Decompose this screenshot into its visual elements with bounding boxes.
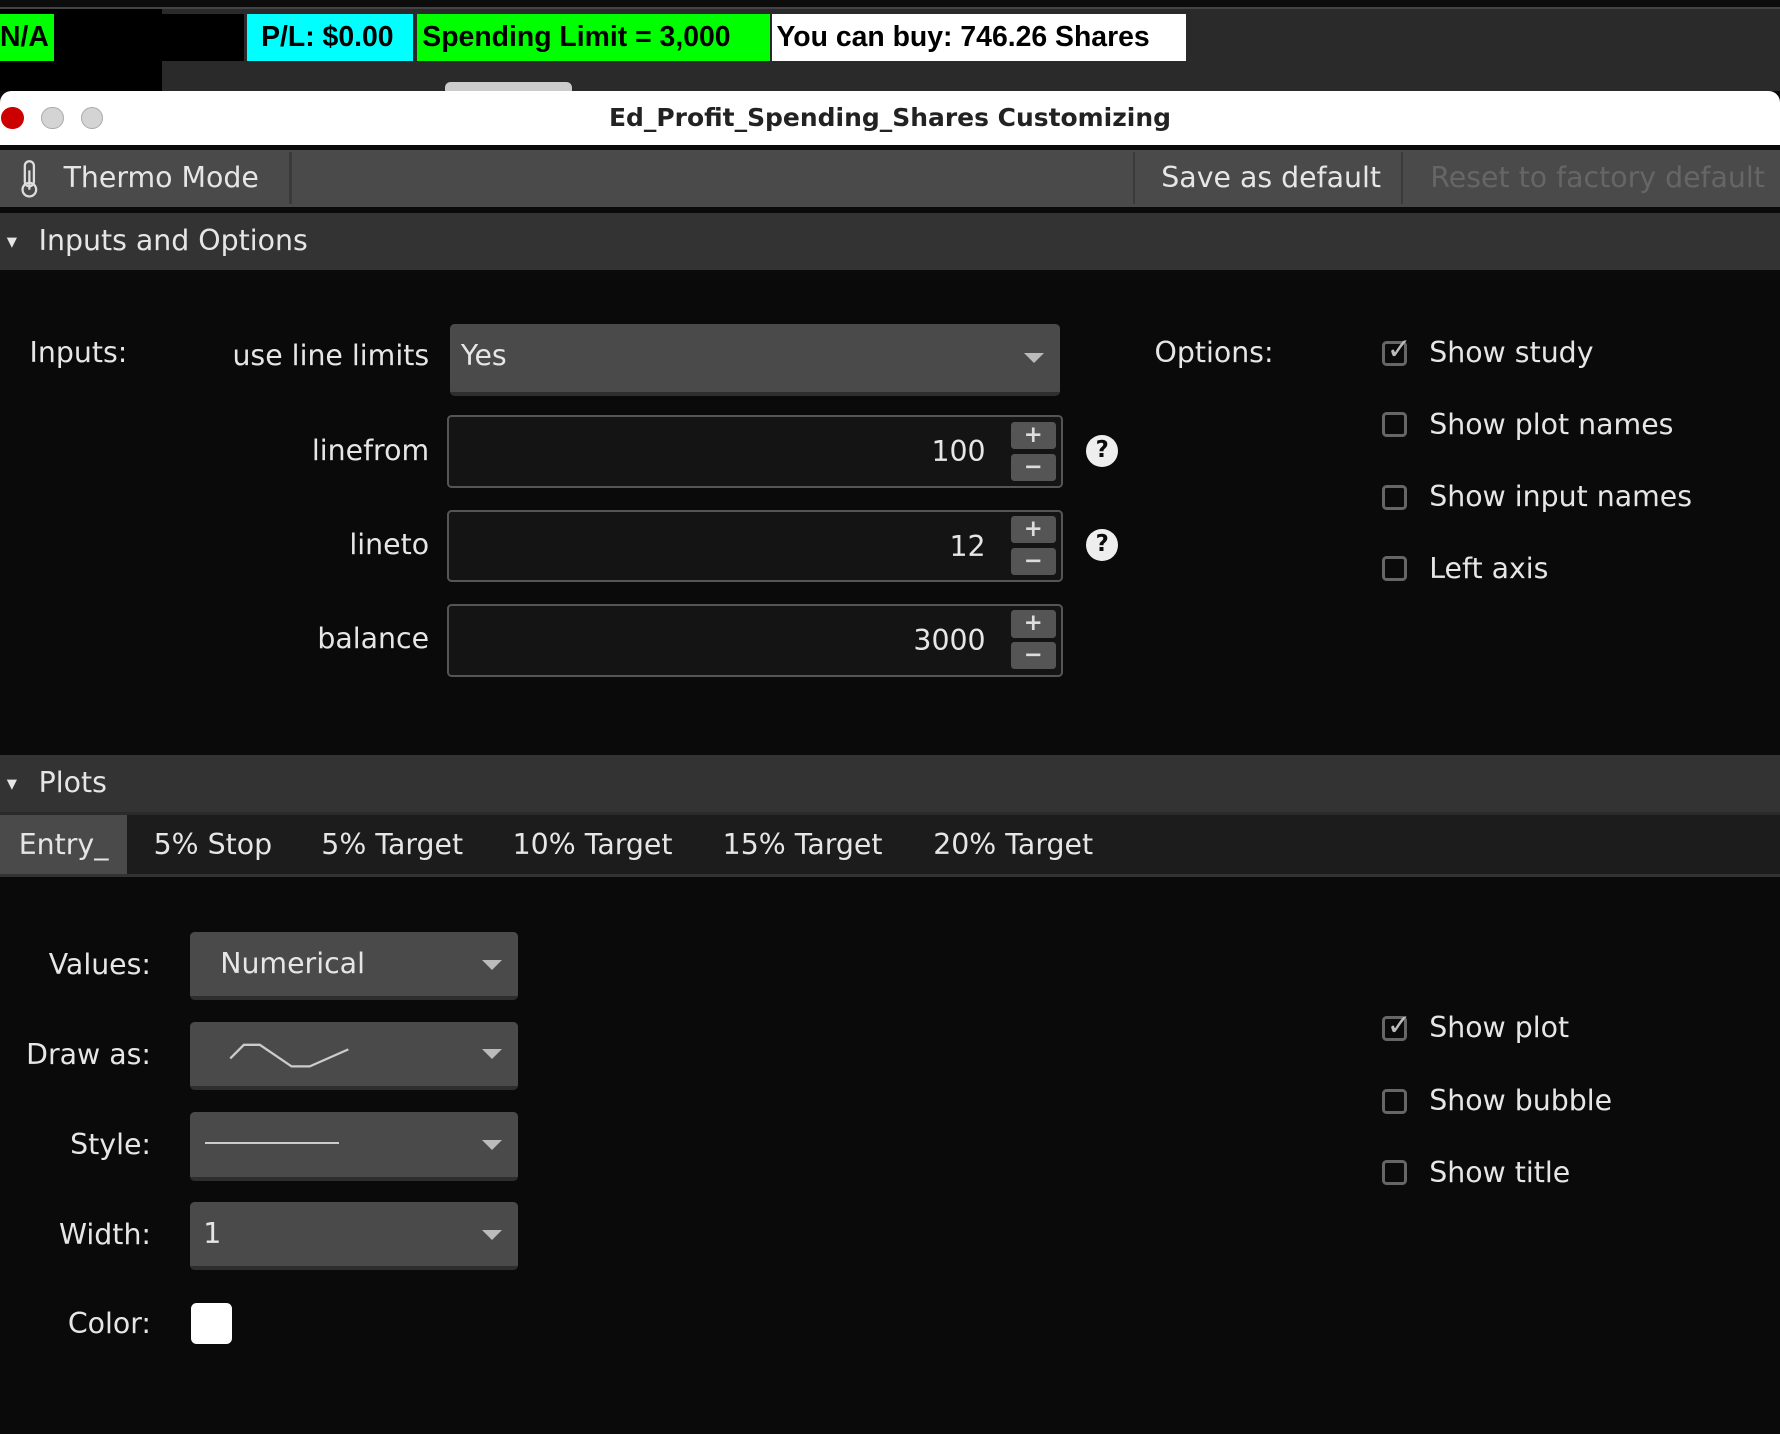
draw-as-label: Draw as: (26, 1037, 151, 1071)
increment-button[interactable]: + (1010, 516, 1056, 544)
checkbox-label: Left axis (1429, 551, 1549, 585)
checkbox[interactable]: ✓ (1381, 1008, 1412, 1042)
thermo-mode-button[interactable]: Thermo Mode (0, 150, 289, 207)
width-label: Width: (58, 1218, 151, 1252)
plot-tab[interactable]: 5% Target (297, 815, 487, 875)
decrement-button[interactable]: − (1010, 453, 1056, 482)
line-curve-icon (229, 1043, 349, 1068)
decrement-button[interactable]: − (1010, 642, 1056, 670)
checkbox-label: Show plot (1429, 1011, 1570, 1045)
plot-tab[interactable]: 10% Target (489, 815, 696, 875)
color-label: Color: (67, 1306, 151, 1340)
checkbox[interactable]: ✓ (1381, 332, 1412, 366)
select-value: 1 (203, 1216, 222, 1250)
checkbox-label: Show study (1429, 336, 1594, 370)
color-swatch[interactable] (190, 1303, 232, 1345)
values-label: Values: (48, 947, 151, 981)
divider (1400, 152, 1404, 205)
help-icon[interactable]: ? (1086, 529, 1119, 561)
divider (1132, 152, 1136, 205)
pl-badge: P/L: $0.00 (247, 13, 414, 62)
use-line-limits-label: use line limits (232, 339, 430, 373)
na-badge: N/A (0, 13, 55, 62)
checkmark-icon: ✓ (1386, 332, 1412, 367)
select-value: Yes (460, 339, 507, 373)
style-select[interactable] (189, 1112, 518, 1181)
plot-tab[interactable]: 20% Target (909, 815, 1118, 875)
checkmark-icon: ✓ (1386, 1007, 1412, 1042)
thermo-mode-label: Thermo Mode (63, 160, 259, 194)
spending-limit-badge: Spending Limit = 3,000 (416, 13, 770, 62)
checkbox-label: Show bubble (1429, 1084, 1613, 1118)
increment-button[interactable]: + (1010, 422, 1056, 450)
linefrom-label: linefrom (311, 433, 430, 467)
checkbox-label: Show input names (1429, 480, 1693, 514)
options-label: Options: (1154, 336, 1274, 370)
caret-down-icon (1024, 353, 1045, 364)
select-value: Numerical (220, 946, 365, 980)
lineto-input[interactable]: 12 + − (447, 509, 1063, 583)
plot-tab[interactable]: 5% Stop (130, 815, 296, 875)
use-line-limits-select[interactable]: Yes (449, 323, 1061, 397)
style-label: Style: (70, 1128, 151, 1162)
caret-down-icon (481, 1229, 502, 1240)
checkbox[interactable] (1381, 1160, 1407, 1186)
plot-tab[interactable]: Entry_ (0, 815, 128, 875)
checkbox-label: Show plot names (1429, 407, 1674, 441)
chart-top-strip (0, 0, 1780, 9)
values-select[interactable]: Numerical (189, 931, 518, 1001)
window-title: Ed_Profit_Spending_Shares Customizing (608, 102, 1171, 132)
checkbox[interactable] (1381, 1088, 1407, 1114)
checkbox-label: Show title (1429, 1155, 1571, 1189)
width-select[interactable]: 1 (189, 1202, 518, 1271)
caret-down-icon (481, 1140, 502, 1150)
input-value: 100 (931, 435, 986, 469)
draw-as-select[interactable] (189, 1021, 518, 1090)
lineto-label: lineto (349, 527, 430, 561)
chevron-down-icon: ▾ (6, 229, 18, 254)
balance-input[interactable]: 3000 + − (447, 603, 1063, 677)
increment-button[interactable]: + (1010, 610, 1056, 638)
checkbox[interactable] (1381, 556, 1407, 582)
chevron-down-icon: ▾ (6, 770, 18, 795)
black-panel (162, 13, 245, 62)
reset-factory-default-button[interactable]: Reset to factory default (1430, 150, 1765, 207)
balance-label: balance (317, 622, 430, 656)
checkbox[interactable] (1381, 484, 1407, 510)
divider (289, 152, 292, 205)
section-title: Plots (38, 765, 107, 799)
solid-line-icon (205, 1141, 340, 1145)
input-value: 3000 (913, 623, 986, 657)
caret-down-icon (481, 959, 502, 970)
help-icon[interactable]: ? (1086, 434, 1119, 467)
input-value: 12 (949, 529, 986, 563)
plots-header[interactable]: ▾ Plots (0, 754, 1780, 812)
caret-down-icon (481, 1049, 502, 1059)
linefrom-input[interactable]: 100 + − (447, 415, 1063, 489)
section-title: Inputs and Options (38, 224, 308, 258)
checkbox[interactable] (1381, 412, 1407, 438)
decrement-button[interactable]: − (1010, 548, 1056, 576)
save-as-default-button[interactable]: Save as default (1161, 150, 1381, 207)
thermometer-icon (21, 160, 38, 198)
inputs-label: Inputs: (29, 336, 128, 370)
shares-badge: You can buy: 746.26 Shares (771, 13, 1187, 62)
inputs-options-header[interactable]: ▾ Inputs and Options (0, 213, 1780, 271)
plot-tab[interactable]: 15% Target (699, 815, 906, 875)
